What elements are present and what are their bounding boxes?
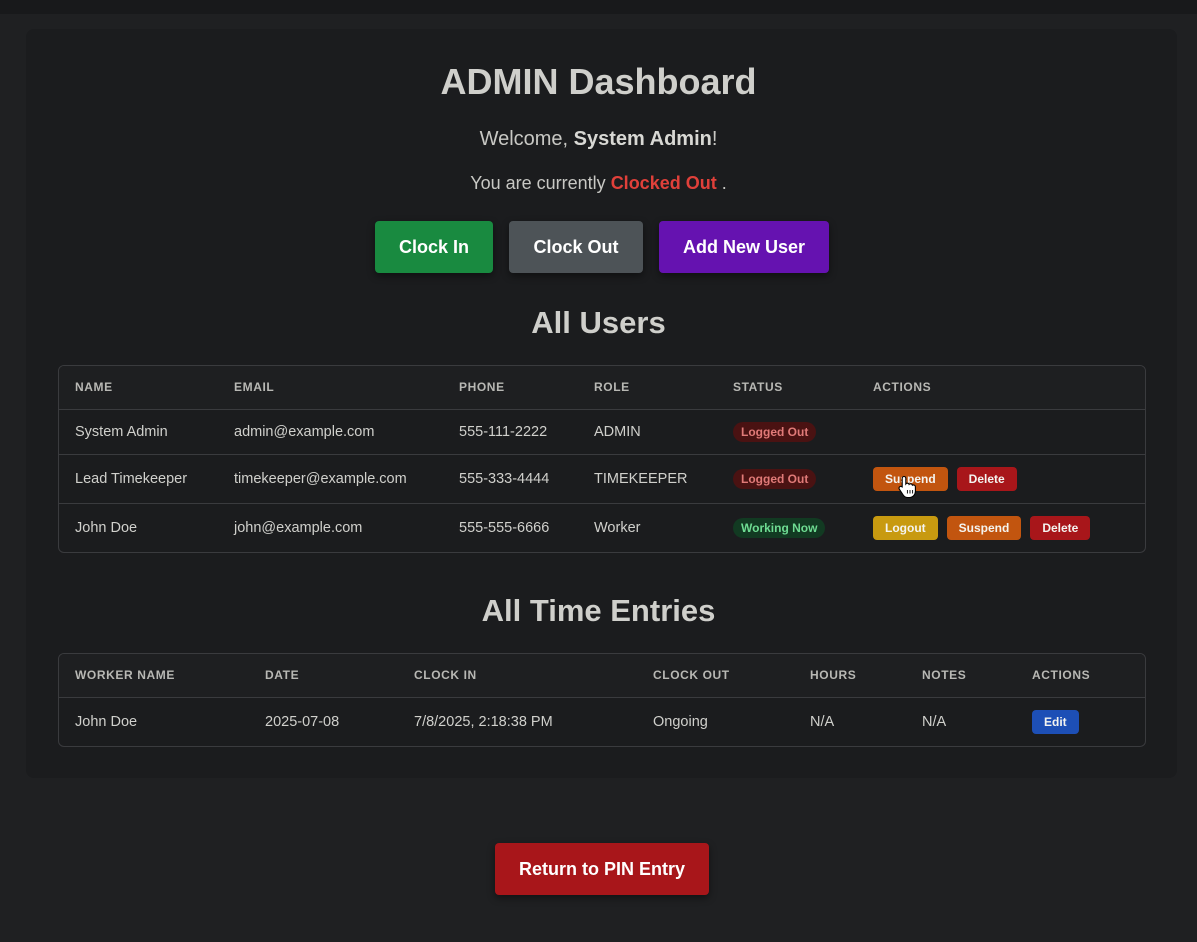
user-status-cell: Logged Out	[717, 409, 857, 455]
column-header: CLOCK OUT	[637, 654, 794, 698]
welcome-prefix: Welcome,	[479, 128, 574, 150]
user-phone-cell: 555-111-2222	[443, 409, 578, 455]
user-phone-cell: 555-555-6666	[459, 519, 550, 536]
column-header: STATUS	[717, 366, 857, 410]
user-name: System Admin	[573, 128, 712, 150]
delete-button[interactable]: Delete	[1030, 515, 1091, 540]
add-new-user-button[interactable]: Add New User	[659, 221, 829, 273]
users-section-title: All Users	[531, 305, 666, 340]
user-status-cell: Logged Out	[717, 454, 857, 504]
entry-clock-in-cell: 7/8/2025, 2:18:38 PM	[414, 713, 553, 730]
status-badge: Working Now	[733, 517, 826, 538]
user-email-cell: john@example.com	[234, 519, 363, 536]
user-phone-cell: 555-333-4444	[443, 454, 578, 504]
user-email-cell: admin@example.com	[218, 409, 443, 455]
user-status-cell: Working Now	[717, 503, 857, 552]
table-row: John Doe john@example.com 555-555-6666 W…	[59, 503, 1145, 552]
entry-worker-cell: John Doe	[75, 713, 138, 730]
users-table-header: NAME EMAIL PHONE ROLE STATUS ACTIONS	[59, 366, 1145, 410]
column-header: CLOCK IN	[398, 654, 637, 698]
user-role-cell: Worker	[594, 519, 641, 536]
entry-hours-cell: N/A	[810, 713, 835, 730]
column-header: PHONE	[443, 366, 578, 410]
user-actions-cell	[857, 409, 1145, 455]
user-name-cell: Lead Timekeeper	[59, 454, 218, 504]
entries-table-header: WORKER NAME DATE CLOCK IN CLOCK OUT HOUR…	[59, 654, 1145, 698]
table-row: System Admin admin@example.com 555-111-2…	[59, 409, 1145, 455]
status-badge: Logged Out	[733, 468, 817, 489]
column-header: NAME	[59, 366, 218, 410]
column-header: ACTIONS	[857, 366, 1145, 410]
logout-button[interactable]: Logout	[873, 515, 938, 540]
column-header: WORKER NAME	[59, 654, 249, 698]
column-header: ROLE	[578, 366, 717, 410]
user-name-cell: John Doe	[75, 519, 138, 536]
status-prefix: You are currently	[470, 173, 611, 193]
hand-cursor-icon	[898, 475, 916, 499]
column-header: DATE	[249, 654, 398, 698]
user-email-cell: timekeeper@example.com	[218, 454, 443, 504]
table-row: Lead Timekeeper timekeeper@example.com 5…	[59, 454, 1145, 504]
entry-notes-cell: N/A	[922, 713, 947, 730]
user-role-cell: TIMEKEEPER	[578, 454, 717, 504]
time-entries-table: WORKER NAME DATE CLOCK IN CLOCK OUT HOUR…	[58, 653, 1146, 747]
page-title: ADMIN Dashboard	[440, 61, 757, 102]
clock-out-button[interactable]: Clock Out	[509, 221, 643, 273]
suspend-button[interactable]: Suspend	[946, 515, 1022, 540]
column-header: ACTIONS	[1016, 654, 1145, 698]
clock-status-line: You are currently Clocked Out .	[0, 173, 1197, 194]
status-suffix: .	[716, 173, 727, 193]
column-header: HOURS	[794, 654, 906, 698]
users-table: NAME EMAIL PHONE ROLE STATUS ACTIONS Sys…	[58, 365, 1146, 553]
table-row: John Doe 2025-07-08 7/8/2025, 2:18:38 PM…	[59, 697, 1145, 746]
welcome-message: Welcome, System Admin!	[0, 128, 1197, 151]
column-header: EMAIL	[218, 366, 443, 410]
clock-status-value: Clocked Out	[610, 173, 717, 193]
user-name-cell: System Admin	[59, 409, 218, 455]
welcome-suffix: !	[711, 128, 718, 150]
entry-clock-out-cell: Ongoing	[653, 713, 708, 730]
user-actions-cell: Logout Suspend Delete	[857, 503, 1145, 552]
column-header: NOTES	[906, 654, 1016, 698]
entry-actions-cell: Edit	[1016, 697, 1145, 746]
clock-in-button[interactable]: Clock In	[375, 221, 493, 273]
delete-button[interactable]: Delete	[956, 466, 1017, 491]
entry-date-cell: 2025-07-08	[265, 713, 340, 730]
user-role-cell: ADMIN	[578, 409, 717, 455]
edit-button[interactable]: Edit	[1032, 709, 1079, 734]
top-strip	[0, 0, 1197, 14]
return-to-pin-button[interactable]: Return to PIN Entry	[495, 843, 709, 895]
status-badge: Logged Out	[733, 421, 817, 442]
entries-section-title: All Time Entries	[481, 593, 716, 628]
